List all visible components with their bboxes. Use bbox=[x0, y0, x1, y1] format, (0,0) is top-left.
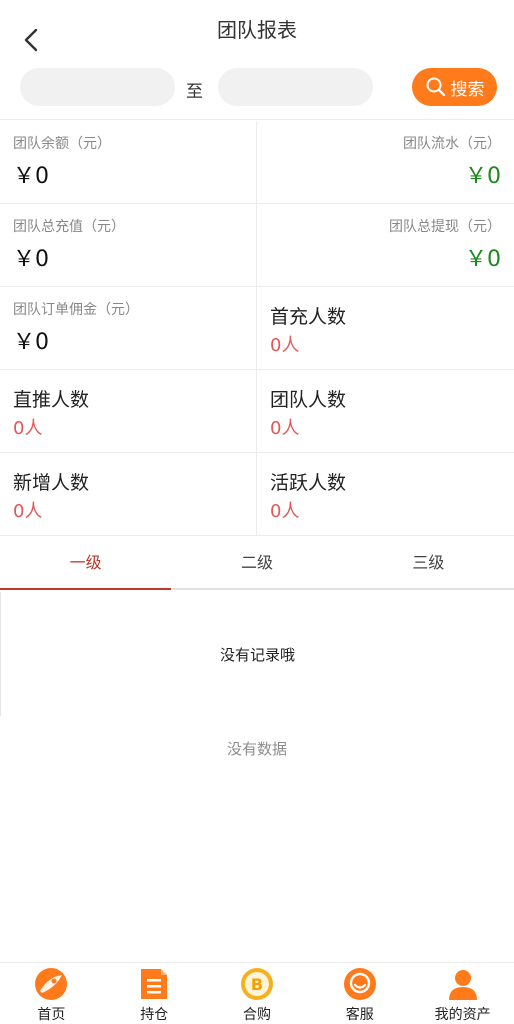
nav-item-my-assets[interactable]: 我的资产 bbox=[411, 963, 514, 1024]
team-flow-value: ￥0 bbox=[465, 164, 501, 189]
team-withdraw-cell: 团队总提现（元） ￥0 bbox=[257, 204, 514, 286]
nav-item-home[interactable]: 首页 bbox=[0, 963, 103, 1024]
team-balance-value: ￥0 bbox=[13, 164, 49, 189]
svg-text:B: B bbox=[251, 975, 263, 994]
tab-level-3[interactable]: 三级 bbox=[343, 536, 514, 588]
tab-level-2[interactable]: 二级 bbox=[171, 536, 342, 588]
team-balance-cell: 团队余额（元） ￥0 bbox=[0, 121, 257, 203]
team-flow-cell: 团队流水（元） ￥0 bbox=[257, 121, 514, 203]
stats-row: 直推人数 0人 团队人数 0人 bbox=[0, 370, 514, 453]
stats-row: 团队余额（元） ￥0 团队流水（元） ￥0 bbox=[0, 121, 514, 204]
nav-label: 客服 bbox=[345, 1007, 374, 1023]
direct-count-cell: 直推人数 0人 bbox=[0, 370, 257, 452]
nav-item-service[interactable]: 客服 bbox=[308, 963, 411, 1024]
no-data-text: 没有数据 bbox=[226, 740, 287, 758]
first-charge-cell: 首充人数 0人 bbox=[257, 287, 514, 369]
nav-item-group-buy[interactable]: B 合购 bbox=[206, 963, 309, 1024]
team-count-value: 0人 bbox=[270, 418, 300, 439]
stats-row: 团队总充值（元） ￥0 团队总提现（元） ￥0 bbox=[0, 204, 514, 287]
first-charge-value: 0人 bbox=[270, 335, 300, 356]
records-empty-text: 没有记录哦 bbox=[219, 645, 295, 664]
user-icon bbox=[446, 967, 480, 1001]
start-date-input[interactable] bbox=[20, 68, 175, 106]
new-count-value: 0人 bbox=[13, 501, 43, 522]
stats-row: 团队订单佣金（元） ￥0 首充人数 0人 bbox=[0, 287, 514, 370]
position-icon bbox=[137, 967, 171, 1001]
order-commission-value: ￥0 bbox=[13, 330, 49, 355]
search-button[interactable]: 搜索 bbox=[412, 68, 497, 106]
stats-grid: 团队余额（元） ￥0 团队流水（元） ￥0 团队总充值（元） ￥0 团队总提现（… bbox=[0, 121, 514, 536]
team-balance-label: 团队余额（元） bbox=[13, 136, 111, 152]
active-count-value: 0人 bbox=[270, 501, 300, 522]
team-withdraw-value: ￥0 bbox=[465, 247, 501, 272]
bitcoin-icon: B bbox=[240, 967, 274, 1001]
nav-label: 合购 bbox=[242, 1007, 271, 1023]
team-withdraw-label: 团队总提现（元） bbox=[389, 219, 501, 235]
order-commission-label: 团队订单佣金（元） bbox=[13, 302, 139, 318]
team-recharge-value: ￥0 bbox=[13, 247, 49, 272]
team-recharge-cell: 团队总充值（元） ￥0 bbox=[0, 204, 257, 286]
team-count-cell: 团队人数 0人 bbox=[257, 370, 514, 452]
search-button-label: 搜索 bbox=[450, 79, 485, 100]
direct-count-label: 直推人数 bbox=[13, 389, 90, 411]
service-icon bbox=[343, 967, 377, 1001]
home-icon bbox=[34, 967, 68, 1001]
tab-level-1[interactable]: 一级 bbox=[0, 536, 172, 590]
records-empty-state: 没有记录哦 bbox=[0, 592, 514, 716]
end-date-input[interactable] bbox=[218, 68, 373, 106]
nav-label: 首页 bbox=[37, 1007, 66, 1023]
page-title: 团队报表 bbox=[217, 18, 297, 42]
active-count-cell: 活跃人数 0人 bbox=[257, 453, 514, 535]
stats-row: 新增人数 0人 活跃人数 0人 bbox=[0, 453, 514, 536]
active-count-label: 活跃人数 bbox=[270, 472, 347, 494]
order-commission-cell: 团队订单佣金（元） ￥0 bbox=[0, 287, 257, 369]
nav-label: 持仓 bbox=[140, 1007, 169, 1023]
team-count-label: 团队人数 bbox=[270, 389, 347, 411]
team-flow-label: 团队流水（元） bbox=[403, 136, 501, 152]
bottom-nav: 首页 持仓 B 合购 客服 我的资产 bbox=[0, 962, 514, 1024]
nav-label: 我的资产 bbox=[434, 1007, 491, 1023]
search-icon bbox=[426, 77, 445, 97]
nav-item-position[interactable]: 持仓 bbox=[103, 963, 206, 1024]
direct-count-value: 0人 bbox=[13, 418, 43, 439]
new-count-cell: 新增人数 0人 bbox=[0, 453, 257, 535]
date-range-separator: 至 bbox=[186, 82, 203, 102]
header: 团队报表 至 搜索 bbox=[0, 0, 514, 120]
first-charge-label: 首充人数 bbox=[270, 306, 347, 328]
new-count-label: 新增人数 bbox=[13, 472, 90, 494]
level-tabs: 一级 二级 三级 bbox=[0, 536, 514, 590]
team-recharge-label: 团队总充值（元） bbox=[13, 219, 125, 235]
